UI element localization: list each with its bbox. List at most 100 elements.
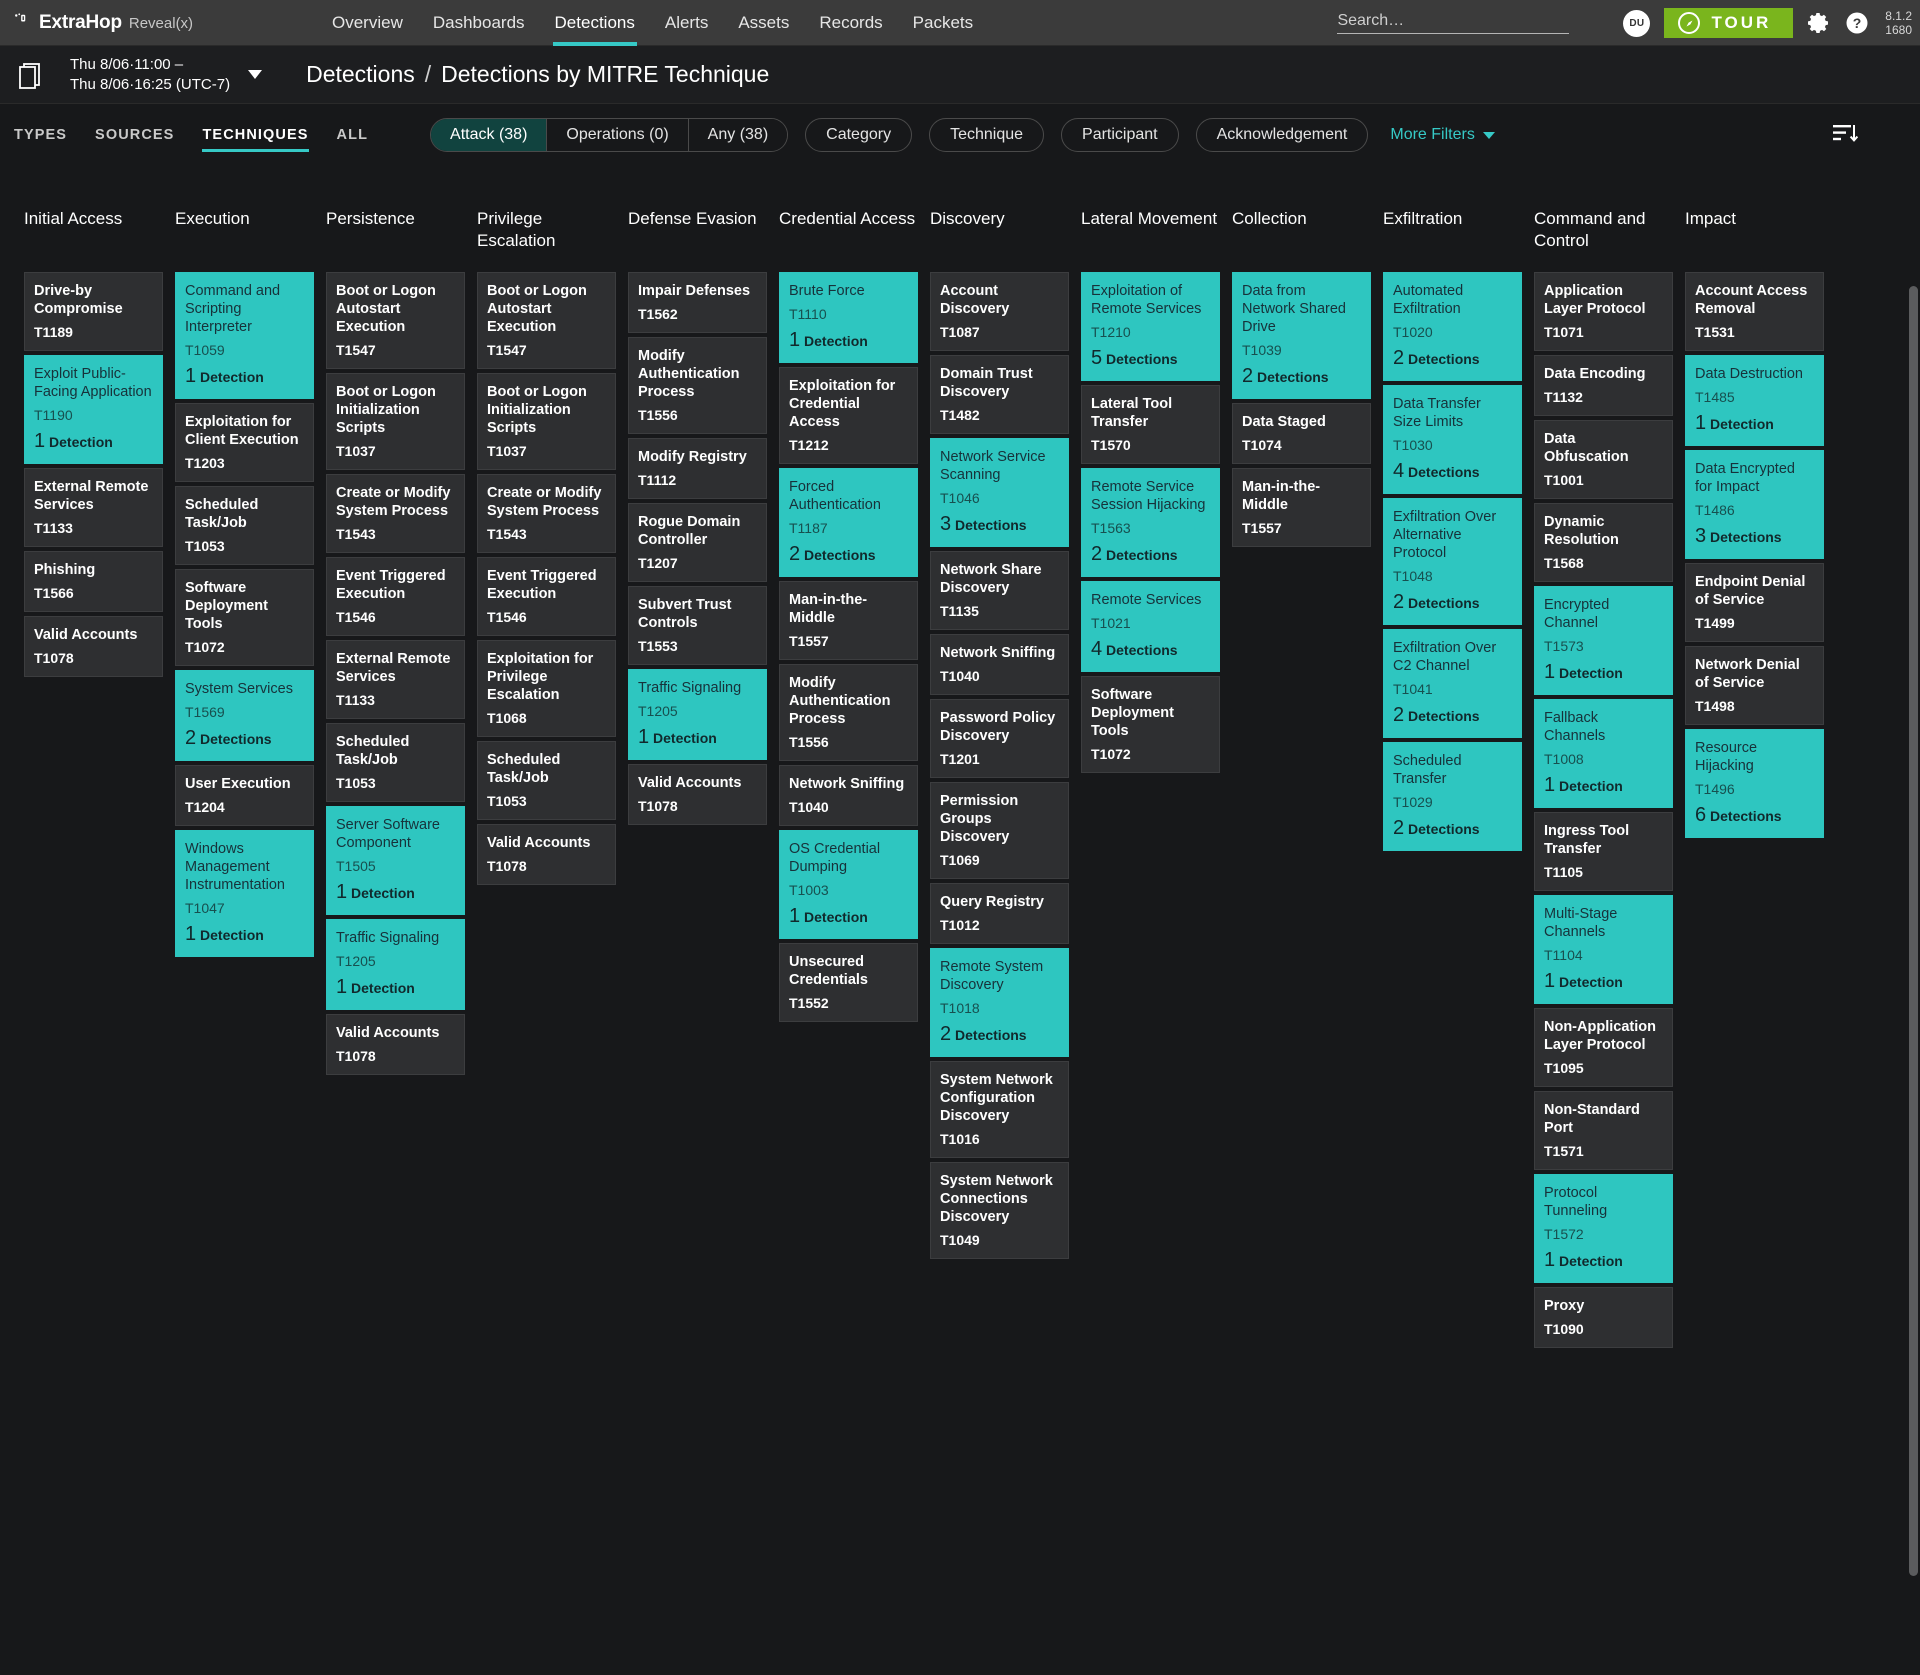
search-input[interactable] — [1337, 12, 1570, 30]
technique-cell[interactable]: Valid Accounts T1078 — [628, 764, 767, 825]
technique-cell[interactable]: Boot or Logon Initialization Scripts T103… — [477, 373, 616, 470]
subtab-techniques[interactable]: TECHNIQUES — [202, 104, 309, 166]
technique-cell[interactable]: Phishing T1566 — [24, 551, 163, 612]
technique-cell[interactable]: Ingress Tool Transfer T1105 — [1534, 812, 1673, 891]
technique-cell[interactable]: Data Obfuscation T1001 — [1534, 420, 1673, 499]
technique-cell[interactable]: Data Encoding T1132 — [1534, 355, 1673, 416]
technique-cell[interactable]: Remote Services T1021 4 Detections — [1081, 581, 1220, 672]
tour-button[interactable]: TOUR — [1664, 8, 1794, 38]
technique-cell[interactable]: Fallback Channels T1008 1 Detection — [1534, 699, 1673, 808]
technique-cell[interactable]: Valid Accounts T1078 — [326, 1014, 465, 1075]
technique-cell[interactable]: Domain Trust Discovery T1482 — [930, 355, 1069, 434]
nav-item-records[interactable]: Records — [817, 0, 884, 46]
technique-cell[interactable]: Proxy T1090 — [1534, 1287, 1673, 1348]
technique-cell[interactable]: Software Deployment Tools T1072 — [1081, 676, 1220, 773]
technique-cell[interactable]: Exfiltration Over C2 Channel T1041 2 Detec… — [1383, 629, 1522, 738]
technique-cell[interactable]: Software Deployment Tools T1072 — [175, 569, 314, 666]
filter-pill-acknowledgement[interactable]: Acknowledgement — [1195, 118, 1369, 152]
technique-cell[interactable]: Data Transfer Size Limits T1030 4 Detectio… — [1383, 385, 1522, 494]
technique-cell[interactable]: Drive-by Compromise T1189 — [24, 272, 163, 351]
subtab-all[interactable]: ALL — [337, 104, 369, 166]
avatar[interactable]: DU — [1623, 9, 1651, 37]
technique-cell[interactable]: Man-in-the-Middle T1557 — [779, 581, 918, 660]
scrollbar-thumb[interactable] — [1909, 286, 1918, 1576]
technique-cell[interactable]: Account Discovery T1087 — [930, 272, 1069, 351]
technique-cell[interactable]: Unsecured Credentials T1552 — [779, 943, 918, 1022]
technique-cell[interactable]: Exploitation for Client Execution T1203 — [175, 403, 314, 482]
nav-item-alerts[interactable]: Alerts — [663, 0, 710, 46]
vertical-scrollbar[interactable] — [1907, 166, 1920, 1675]
brand-logo[interactable]: ExtraHop Reveal(x) — [0, 12, 330, 34]
technique-cell[interactable]: Exploitation for Credential Access T1212 — [779, 367, 918, 464]
technique-cell[interactable]: Remote Service Session Hijacking T1563 2 D… — [1081, 468, 1220, 577]
technique-cell[interactable]: Application Layer Protocol T1071 — [1534, 272, 1673, 351]
chevron-down-icon[interactable] — [248, 70, 263, 79]
help-icon[interactable]: ? — [1845, 11, 1869, 35]
filter-pill-participant[interactable]: Participant — [1061, 118, 1179, 152]
technique-cell[interactable]: Encrypted Channel T1573 1 Detection — [1534, 586, 1673, 695]
technique-cell[interactable]: Password Policy Discovery T1201 — [930, 699, 1069, 778]
technique-cell[interactable]: Network Service Scanning T1046 3 Detection… — [930, 438, 1069, 547]
technique-cell[interactable]: Valid Accounts T1078 — [24, 616, 163, 677]
nav-item-dashboards[interactable]: Dashboards — [431, 0, 527, 46]
technique-cell[interactable]: External Remote Services T1133 — [24, 468, 163, 547]
technique-cell[interactable]: Non-Application Layer Protocol T1095 — [1534, 1008, 1673, 1087]
technique-cell[interactable]: Brute Force T1110 1 Detection — [779, 272, 918, 363]
technique-cell[interactable]: Network Share Discovery T1135 — [930, 551, 1069, 630]
technique-cell[interactable]: Subvert Trust Controls T1553 — [628, 586, 767, 665]
more-filters-button[interactable]: More Filters — [1390, 126, 1495, 144]
technique-cell[interactable]: Impair Defenses T1562 — [628, 272, 767, 333]
technique-cell[interactable]: Windows Management Instrumentation T1047 1… — [175, 830, 314, 957]
technique-cell[interactable]: Dynamic Resolution T1568 — [1534, 503, 1673, 582]
technique-cell[interactable]: System Network Connections Discovery T104… — [930, 1162, 1069, 1259]
technique-cell[interactable]: Data from Network Shared Drive T1039 2 Det… — [1232, 272, 1371, 399]
technique-cell[interactable]: Scheduled Transfer T1029 2 Detections — [1383, 742, 1522, 851]
technique-cell[interactable]: Data Staged T1074 — [1232, 403, 1371, 464]
technique-cell[interactable]: Multi-Stage Channels T1104 1 Detection — [1534, 895, 1673, 1004]
technique-cell[interactable]: Modify Authentication Process T1556 — [779, 664, 918, 761]
technique-cell[interactable]: Scheduled Task/Job T1053 — [175, 486, 314, 565]
technique-cell[interactable]: Traffic Signaling T1205 1 Detection — [326, 919, 465, 1010]
nav-item-overview[interactable]: Overview — [330, 0, 405, 46]
subtab-sources[interactable]: SOURCES — [95, 104, 174, 166]
nav-item-assets[interactable]: Assets — [736, 0, 791, 46]
technique-cell[interactable]: Event Triggered Execution T1546 — [326, 557, 465, 636]
technique-cell[interactable]: Exploit Public-Facing Application T1190 1 … — [24, 355, 163, 464]
pages-icon[interactable] — [14, 58, 48, 92]
segment-any[interactable]: Any (38) — [688, 119, 788, 151]
technique-cell[interactable]: Forced Authentication T1187 2 Detections — [779, 468, 918, 577]
technique-cell[interactable]: Account Access Removal T1531 — [1685, 272, 1824, 351]
technique-cell[interactable]: OS Credential Dumping T1003 1 Detection — [779, 830, 918, 939]
technique-cell[interactable]: Modify Registry T1112 — [628, 438, 767, 499]
technique-cell[interactable]: Create or Modify System Process T1543 — [477, 474, 616, 553]
technique-cell[interactable]: Query Registry T1012 — [930, 883, 1069, 944]
gear-icon[interactable] — [1807, 11, 1831, 35]
technique-cell[interactable]: Traffic Signaling T1205 1 Detection — [628, 669, 767, 760]
sort-icon[interactable] — [1832, 122, 1859, 149]
global-search[interactable] — [1337, 12, 1570, 34]
technique-cell[interactable]: Protocol Tunneling T1572 1 Detection — [1534, 1174, 1673, 1283]
technique-cell[interactable]: Man-in-the-Middle T1557 — [1232, 468, 1371, 547]
segment-attack[interactable]: Attack (38) — [431, 119, 548, 151]
subtab-types[interactable]: TYPES — [14, 104, 67, 166]
technique-cell[interactable]: Permission Groups Discovery T1069 — [930, 782, 1069, 879]
technique-cell[interactable]: Remote System Discovery T1018 2 Detections — [930, 948, 1069, 1057]
technique-cell[interactable]: Boot or Logon Autostart Execution T1547 — [477, 272, 616, 369]
technique-cell[interactable]: Network Denial of Service T1498 — [1685, 646, 1824, 725]
technique-cell[interactable]: User Execution T1204 — [175, 765, 314, 826]
technique-cell[interactable]: Boot or Logon Autostart Execution T1547 — [326, 272, 465, 369]
technique-cell[interactable]: Modify Authentication Process T1556 — [628, 337, 767, 434]
technique-cell[interactable]: Exploitation of Remote Services T1210 5 De… — [1081, 272, 1220, 381]
technique-cell[interactable]: Scheduled Task/Job T1053 — [326, 723, 465, 802]
technique-cell[interactable]: Resource Hijacking T1496 6 Detections — [1685, 729, 1824, 838]
technique-cell[interactable]: Non-Standard Port T1571 — [1534, 1091, 1673, 1170]
segment-operations[interactable]: Operations (0) — [547, 119, 689, 151]
technique-cell[interactable]: System Network Configuration Discovery T1… — [930, 1061, 1069, 1158]
technique-cell[interactable]: System Services T1569 2 Detections — [175, 670, 314, 761]
technique-cell[interactable]: Server Software Component T1505 1 Detectio… — [326, 806, 465, 915]
time-range-selector[interactable]: Thu 8/06·11:00 – Thu 8/06·16:25 (UTC-7) — [70, 55, 230, 95]
technique-cell[interactable]: External Remote Services T1133 — [326, 640, 465, 719]
technique-cell[interactable]: Boot or Logon Initialization Scripts T103… — [326, 373, 465, 470]
technique-cell[interactable]: Event Triggered Execution T1546 — [477, 557, 616, 636]
technique-cell[interactable]: Data Destruction T1485 1 Detection — [1685, 355, 1824, 446]
